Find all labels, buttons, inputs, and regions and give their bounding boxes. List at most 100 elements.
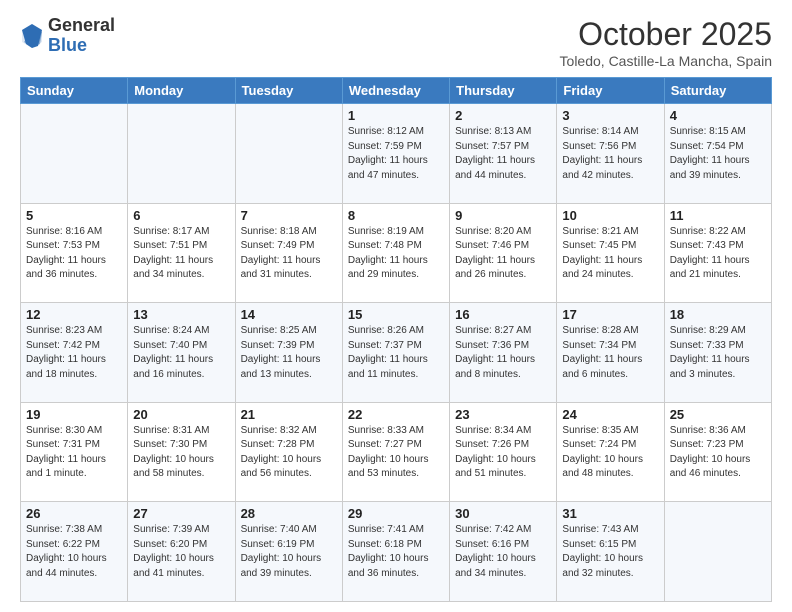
title-block: October 2025 Toledo, Castille-La Mancha,… — [560, 16, 772, 69]
day-number: 6 — [133, 208, 229, 223]
day-number: 19 — [26, 407, 122, 422]
day-number: 22 — [348, 407, 444, 422]
day-number: 20 — [133, 407, 229, 422]
week-row-3: 12 Sunrise: 8:23 AMSunset: 7:42 PMDayligh… — [21, 303, 772, 403]
day-number: 13 — [133, 307, 229, 322]
weekday-header-sunday: Sunday — [21, 78, 128, 104]
day-number: 4 — [670, 108, 766, 123]
day-cell: 1Sunrise: 8:12 AMSunset: 7:59 PMDaylight… — [342, 104, 449, 204]
day-cell: 7Sunrise: 8:18 AMSunset: 7:49 PMDaylight… — [235, 203, 342, 303]
day-cell: 25 Sunrise: 8:36 AMSunset: 7:23 PMDayligh… — [664, 402, 771, 502]
generalblue-icon — [20, 22, 44, 50]
day-number: 27 — [133, 506, 229, 521]
day-number: 21 — [241, 407, 337, 422]
week-row-4: 19Sunrise: 8:30 AMSunset: 7:31 PMDayligh… — [21, 402, 772, 502]
day-info: Sunrise: 8:13 AMSunset: 7:57 PMDaylight:… — [455, 125, 551, 183]
day-cell: 21Sunrise: 8:32 AMSunset: 7:28 PMDayligh… — [235, 402, 342, 502]
logo: General Blue — [20, 16, 115, 56]
week-row-2: 5 Sunrise: 8:16 AMSunset: 7:53 PMDaylight… — [21, 203, 772, 303]
day-info: Sunrise: 8:33 AMSunset: 7:27 PMDaylight:… — [348, 424, 444, 482]
day-info: Sunrise: 8:15 AMSunset: 7:54 PMDaylight:… — [670, 125, 766, 183]
day-cell: 10 Sunrise: 8:21 AMSunset: 7:45 PMDayligh… — [557, 203, 664, 303]
day-info: Sunrise: 8:14 AMSunset: 7:56 PMDaylight:… — [562, 125, 658, 183]
day-info: Sunrise: 7:38 AMSunset: 6:22 PMDaylight:… — [26, 523, 122, 581]
day-number: 3 — [562, 108, 658, 123]
day-cell: 16Sunrise: 8:27 AMSunset: 7:36 PMDayligh… — [450, 303, 557, 403]
day-number: 29 — [348, 506, 444, 521]
day-info: Sunrise: 8:28 AMSunset: 7:34 PMDaylight:… — [562, 324, 658, 382]
day-cell: 6 Sunrise: 8:17 AMSunset: 7:51 PMDaylight… — [128, 203, 235, 303]
weekday-header-friday: Friday — [557, 78, 664, 104]
day-number: 11 — [670, 208, 766, 223]
day-info: Sunrise: 8:34 AMSunset: 7:26 PMDaylight:… — [455, 424, 551, 482]
weekday-header-wednesday: Wednesday — [342, 78, 449, 104]
month-title: October 2025 — [560, 16, 772, 53]
day-cell: 19Sunrise: 8:30 AMSunset: 7:31 PMDayligh… — [21, 402, 128, 502]
day-number: 15 — [348, 307, 444, 322]
day-info: Sunrise: 8:31 AMSunset: 7:30 PMDaylight:… — [133, 424, 229, 482]
day-number: 17 — [562, 307, 658, 322]
week-row-5: 26Sunrise: 7:38 AMSunset: 6:22 PMDayligh… — [21, 502, 772, 602]
weekday-header-saturday: Saturday — [664, 78, 771, 104]
day-cell: 24Sunrise: 8:35 AMSunset: 7:24 PMDayligh… — [557, 402, 664, 502]
day-cell: 12 Sunrise: 8:23 AMSunset: 7:42 PMDayligh… — [21, 303, 128, 403]
day-cell — [128, 104, 235, 204]
day-cell: 8 Sunrise: 8:19 AMSunset: 7:48 PMDaylight… — [342, 203, 449, 303]
day-cell — [664, 502, 771, 602]
weekday-header-monday: Monday — [128, 78, 235, 104]
day-cell: 26Sunrise: 7:38 AMSunset: 6:22 PMDayligh… — [21, 502, 128, 602]
day-info: Sunrise: 8:26 AMSunset: 7:37 PMDaylight:… — [348, 324, 444, 382]
day-number: 8 — [348, 208, 444, 223]
day-info: Sunrise: 8:23 AMSunset: 7:42 PMDaylight:… — [26, 324, 122, 382]
weekday-header-row: SundayMondayTuesdayWednesdayThursdayFrid… — [21, 78, 772, 104]
day-cell: 4 Sunrise: 8:15 AMSunset: 7:54 PMDaylight… — [664, 104, 771, 204]
day-number: 28 — [241, 506, 337, 521]
day-cell: 31 Sunrise: 7:43 AMSunset: 6:15 PMDayligh… — [557, 502, 664, 602]
weekday-header-thursday: Thursday — [450, 78, 557, 104]
day-info: Sunrise: 8:17 AMSunset: 7:51 PMDaylight:… — [133, 225, 229, 283]
day-info: Sunrise: 7:41 AMSunset: 6:18 PMDaylight:… — [348, 523, 444, 581]
week-row-1: 1Sunrise: 8:12 AMSunset: 7:59 PMDaylight… — [21, 104, 772, 204]
day-number: 30 — [455, 506, 551, 521]
day-info: Sunrise: 8:36 AMSunset: 7:23 PMDaylight:… — [670, 424, 766, 482]
day-number: 25 — [670, 407, 766, 422]
day-number: 10 — [562, 208, 658, 223]
day-info: Sunrise: 8:16 AMSunset: 7:53 PMDaylight:… — [26, 225, 122, 283]
day-cell — [235, 104, 342, 204]
day-info: Sunrise: 8:29 AMSunset: 7:33 PMDaylight:… — [670, 324, 766, 382]
logo-blue: Blue — [48, 36, 115, 56]
day-info: Sunrise: 7:39 AMSunset: 6:20 PMDaylight:… — [133, 523, 229, 581]
day-number: 18 — [670, 307, 766, 322]
day-cell: 22 Sunrise: 8:33 AMSunset: 7:27 PMDayligh… — [342, 402, 449, 502]
page: General Blue October 2025 Toledo, Castil… — [0, 0, 792, 612]
day-info: Sunrise: 8:12 AMSunset: 7:59 PMDaylight:… — [348, 125, 444, 183]
day-info: Sunrise: 8:21 AMSunset: 7:45 PMDaylight:… — [562, 225, 658, 283]
day-number: 9 — [455, 208, 551, 223]
day-number: 5 — [26, 208, 122, 223]
day-cell: 14 Sunrise: 8:25 AMSunset: 7:39 PMDayligh… — [235, 303, 342, 403]
day-info: Sunrise: 8:20 AMSunset: 7:46 PMDaylight:… — [455, 225, 551, 283]
day-info: Sunrise: 8:24 AMSunset: 7:40 PMDaylight:… — [133, 324, 229, 382]
day-number: 14 — [241, 307, 337, 322]
day-cell: 28 Sunrise: 7:40 AMSunset: 6:19 PMDayligh… — [235, 502, 342, 602]
day-info: Sunrise: 7:40 AMSunset: 6:19 PMDaylight:… — [241, 523, 337, 581]
day-cell: 27 Sunrise: 7:39 AMSunset: 6:20 PMDayligh… — [128, 502, 235, 602]
day-info: Sunrise: 8:19 AMSunset: 7:48 PMDaylight:… — [348, 225, 444, 283]
day-cell: 2Sunrise: 8:13 AMSunset: 7:57 PMDaylight… — [450, 104, 557, 204]
day-cell: 5 Sunrise: 8:16 AMSunset: 7:53 PMDaylight… — [21, 203, 128, 303]
weekday-header-tuesday: Tuesday — [235, 78, 342, 104]
day-number: 7 — [241, 208, 337, 223]
day-number: 12 — [26, 307, 122, 322]
day-cell: 30 Sunrise: 7:42 AMSunset: 6:16 PMDayligh… — [450, 502, 557, 602]
day-cell: 13 Sunrise: 8:24 AMSunset: 7:40 PMDayligh… — [128, 303, 235, 403]
day-cell: 3 Sunrise: 8:14 AMSunset: 7:56 PMDaylight… — [557, 104, 664, 204]
day-number: 31 — [562, 506, 658, 521]
day-info: Sunrise: 7:42 AMSunset: 6:16 PMDaylight:… — [455, 523, 551, 581]
day-cell: 17 Sunrise: 8:28 AMSunset: 7:34 PMDayligh… — [557, 303, 664, 403]
day-info: Sunrise: 8:25 AMSunset: 7:39 PMDaylight:… — [241, 324, 337, 382]
day-cell: 9 Sunrise: 8:20 AMSunset: 7:46 PMDaylight… — [450, 203, 557, 303]
day-cell: 15 Sunrise: 8:26 AMSunset: 7:37 PMDayligh… — [342, 303, 449, 403]
day-number: 24 — [562, 407, 658, 422]
day-info: Sunrise: 7:43 AMSunset: 6:15 PMDaylight:… — [562, 523, 658, 581]
logo-general: General — [48, 16, 115, 36]
